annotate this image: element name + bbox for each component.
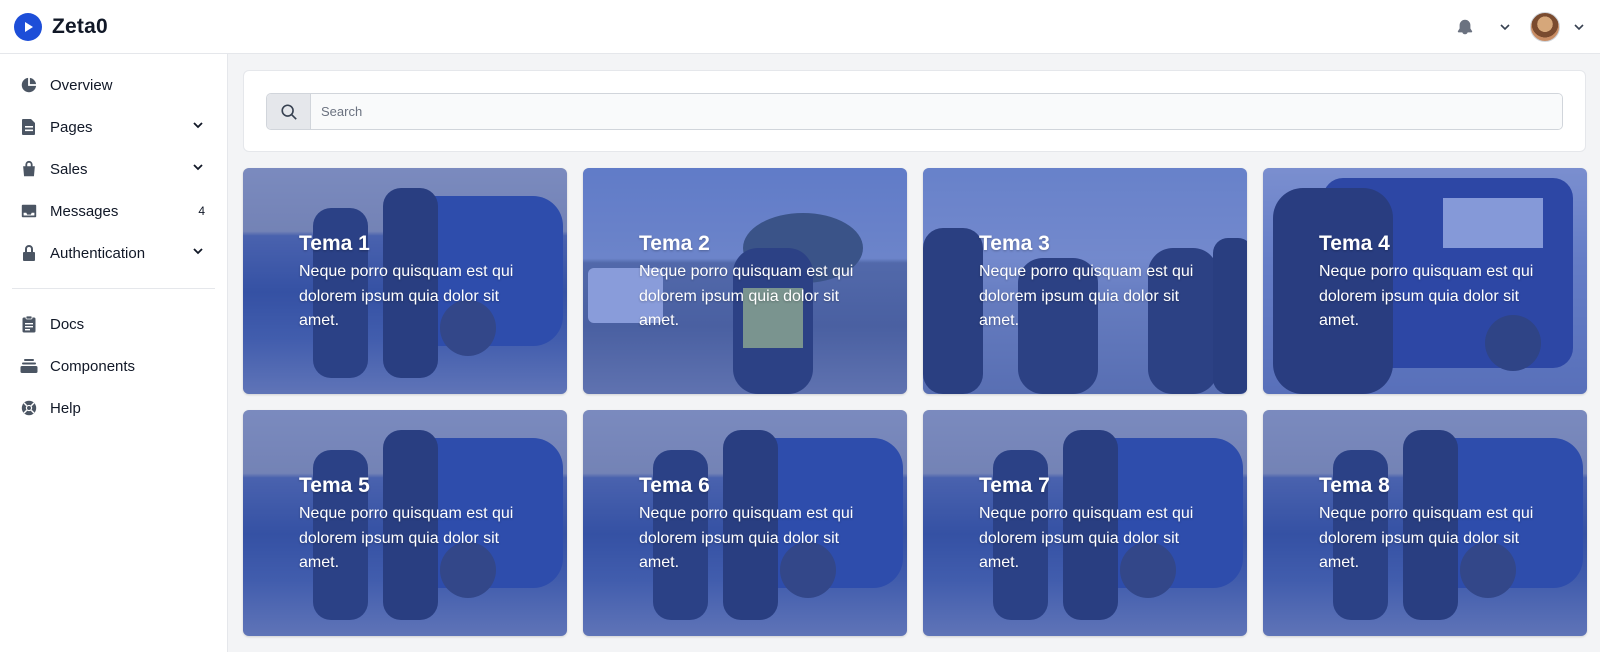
- chevron-down-icon: [191, 118, 205, 137]
- sidebar-item-pages[interactable]: Pages: [0, 106, 227, 148]
- topics-grid: Tema 1 Neque porro quisquam est qui dolo…: [243, 168, 1587, 636]
- document-icon: [20, 118, 38, 136]
- user-avatar[interactable]: [1530, 11, 1560, 42]
- support-icon: [20, 399, 38, 417]
- card-body: Neque porro quisquam est qui dolorem ips…: [639, 263, 854, 329]
- chart-pie-icon: [20, 76, 38, 94]
- card-title: Tema 6: [639, 474, 710, 497]
- topic-card[interactable]: Tema 5 Neque porro quisquam est qui dolo…: [243, 410, 567, 636]
- card-body: Neque porro quisquam est qui dolorem ips…: [639, 505, 854, 571]
- sidebar-item-authentication[interactable]: Authentication: [0, 232, 227, 274]
- card-body: Neque porro quisquam est qui dolorem ips…: [979, 263, 1194, 329]
- sidebar-item-messages[interactable]: Messages 4: [0, 190, 227, 232]
- card-title: Tema 7: [979, 474, 1050, 497]
- sidebar-item-sales[interactable]: Sales: [0, 148, 227, 190]
- sidebar-item-docs[interactable]: Docs: [0, 303, 227, 345]
- brand-name: Zeta0: [52, 14, 108, 38]
- card-title: Tema 5: [299, 474, 370, 497]
- card-title: Tema 3: [979, 232, 1050, 255]
- brand[interactable]: Zeta0: [14, 12, 108, 41]
- chevron-down-icon: [191, 244, 205, 263]
- top-navbar: Zeta0: [0, 0, 1600, 54]
- collection-icon: [20, 357, 38, 375]
- search-group: [266, 93, 1563, 130]
- main-content: Tema 1 Neque porro quisquam est qui dolo…: [243, 70, 1587, 636]
- sidebar-item-label: Docs: [50, 315, 85, 333]
- sidebar-item-help[interactable]: Help: [0, 387, 227, 429]
- card-title: Tema 1: [299, 232, 370, 255]
- sidebar: Overview Pages Sales Messages 4 Authenti…: [0, 54, 228, 652]
- sidebar-item-label: Messages: [50, 202, 119, 220]
- card-body: Neque porro quisquam est qui dolorem ips…: [979, 505, 1194, 571]
- inbox-icon: [20, 202, 38, 220]
- sidebar-item-label: Components: [50, 357, 136, 375]
- topic-card[interactable]: Tema 1 Neque porro quisquam est qui dolo…: [243, 168, 567, 394]
- card-body: Neque porro quisquam est qui dolorem ips…: [299, 263, 514, 329]
- topic-card[interactable]: Tema 4 Neque porro quisquam est qui dolo…: [1263, 168, 1587, 394]
- search-input[interactable]: [311, 94, 1562, 129]
- card-title: Tema 4: [1319, 232, 1390, 255]
- sidebar-divider: [12, 288, 215, 289]
- card-body: Neque porro quisquam est qui dolorem ips…: [1319, 505, 1534, 571]
- shopping-bag-icon: [20, 160, 38, 178]
- sidebar-item-label: Authentication: [50, 244, 146, 262]
- topic-card[interactable]: Tema 2 Neque porro quisquam est qui dolo…: [583, 168, 907, 394]
- sidebar-item-label: Overview: [50, 76, 113, 94]
- card-body: Neque porro quisquam est qui dolorem ips…: [299, 505, 514, 571]
- clipboard-icon: [20, 315, 38, 333]
- card-body: Neque porro quisquam est qui dolorem ips…: [1319, 263, 1534, 329]
- apps-chevron-down-icon[interactable]: [1498, 20, 1512, 34]
- topic-card[interactable]: Tema 8 Neque porro quisquam est qui dolo…: [1263, 410, 1587, 636]
- card-title: Tema 2: [639, 232, 710, 255]
- notifications-bell-icon[interactable]: [1456, 18, 1474, 36]
- sidebar-item-label: Sales: [50, 160, 88, 178]
- sidebar-item-overview[interactable]: Overview: [0, 64, 227, 106]
- lock-icon: [20, 244, 38, 262]
- search-card: [243, 70, 1586, 152]
- search-icon: [267, 94, 311, 129]
- card-title: Tema 8: [1319, 474, 1390, 497]
- topic-card[interactable]: Tema 3 Neque porro quisquam est qui dolo…: [923, 168, 1247, 394]
- topic-card[interactable]: Tema 6 Neque porro quisquam est qui dolo…: [583, 410, 907, 636]
- chevron-down-icon: [191, 160, 205, 179]
- user-menu-chevron-down-icon[interactable]: [1572, 20, 1586, 34]
- sidebar-item-label: Help: [50, 399, 81, 417]
- topic-card[interactable]: Tema 7 Neque porro quisquam est qui dolo…: [923, 410, 1247, 636]
- play-logo-icon: [14, 12, 42, 41]
- messages-count-badge: 4: [198, 204, 205, 218]
- sidebar-item-components[interactable]: Components: [0, 345, 227, 387]
- sidebar-item-label: Pages: [50, 118, 93, 136]
